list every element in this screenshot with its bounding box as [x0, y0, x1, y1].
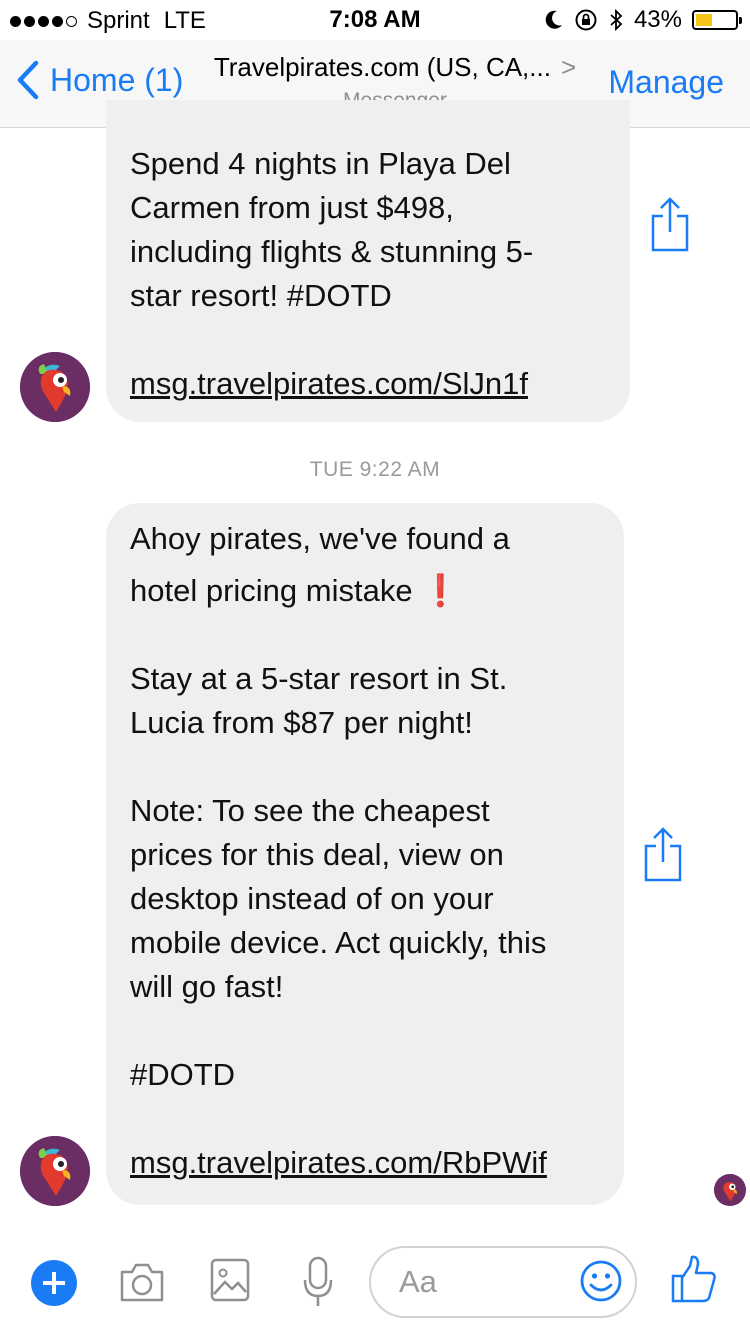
manage-button[interactable]: Manage — [608, 64, 724, 101]
parrot-avatar — [20, 352, 90, 422]
message-line: star resort! #DOTD — [130, 278, 392, 313]
sender-avatar[interactable] — [20, 1136, 90, 1206]
thumbs-up-icon — [671, 1255, 716, 1303]
battery-icon — [692, 10, 742, 30]
message-line: mobile device. Act quickly, this — [130, 925, 547, 960]
emoji-icon — [580, 1260, 622, 1302]
message-bubble[interactable]: Ahoy pirates, we've found a hotel pricin… — [106, 503, 624, 1205]
back-label: Home (1) — [50, 61, 184, 98]
message-timestamp: TUE 9:22 AM — [309, 458, 441, 481]
share-button[interactable] — [643, 826, 683, 887]
message-line: Spend 4 nights in Playa Del — [130, 146, 511, 181]
share-icon — [644, 827, 682, 882]
message-line: Carmen from just $498, — [130, 190, 454, 225]
rotation-lock-icon — [575, 9, 597, 31]
message-input-placeholder: Aa — [399, 1264, 437, 1299]
parrot-avatar — [714, 1174, 746, 1206]
read-receipt-avatar — [714, 1174, 746, 1206]
image-icon — [210, 1258, 250, 1302]
composer-bar: Aa — [0, 1230, 750, 1334]
status-bar: Sprint LTE 7:08 AM 43% — [0, 0, 750, 40]
message-link[interactable]: msg.travelpirates.com/RbPWif — [130, 1145, 547, 1180]
chevron-right-icon: > — [560, 52, 577, 82]
conversation-name: Travelpirates.com (US, CA,... — [213, 52, 551, 82]
battery-fill — [696, 14, 712, 26]
microphone-icon — [303, 1256, 333, 1306]
photo-button[interactable] — [210, 1258, 250, 1307]
message-line: Stay at a 5-star resort in St. — [130, 661, 508, 696]
like-button[interactable] — [670, 1254, 718, 1309]
camera-icon — [120, 1263, 164, 1302]
microphone-button[interactable] — [302, 1256, 334, 1313]
message-input[interactable]: Aa — [369, 1246, 637, 1318]
message-line: Lucia from $87 per night! — [130, 705, 473, 740]
message-hashtag: #DOTD — [130, 1057, 236, 1092]
parrot-avatar — [20, 1136, 90, 1206]
battery-percent: 43% — [633, 6, 682, 33]
share-icon — [651, 197, 689, 252]
moon-icon — [545, 10, 562, 29]
back-button[interactable]: Home (1) — [16, 60, 183, 100]
message-line: will go fast! — [130, 969, 284, 1004]
plus-button[interactable] — [31, 1260, 77, 1306]
chevron-left-icon — [17, 60, 39, 100]
emoji-button[interactable] — [579, 1259, 623, 1308]
sender-avatar[interactable] — [20, 352, 90, 422]
exclamation-emoji: ❗ — [421, 573, 460, 608]
bluetooth-icon — [610, 8, 623, 32]
camera-button[interactable] — [118, 1260, 166, 1309]
message-line: Ahoy pirates, we've found a — [130, 521, 510, 556]
message-line: including flights & stunning 5- — [130, 234, 534, 269]
share-button[interactable] — [650, 196, 690, 257]
message-line: desktop instead of on your — [130, 881, 494, 916]
message-bubble[interactable]: Spend 4 nights in Playa Del Carmen from … — [106, 100, 630, 422]
message-line: prices for this deal, view on — [130, 837, 504, 872]
message-line: hotel pricing mistake — [130, 573, 413, 608]
message-link[interactable]: msg.travelpirates.com/SlJn1f — [130, 366, 528, 401]
message-line: Note: To see the cheapest — [130, 793, 490, 828]
